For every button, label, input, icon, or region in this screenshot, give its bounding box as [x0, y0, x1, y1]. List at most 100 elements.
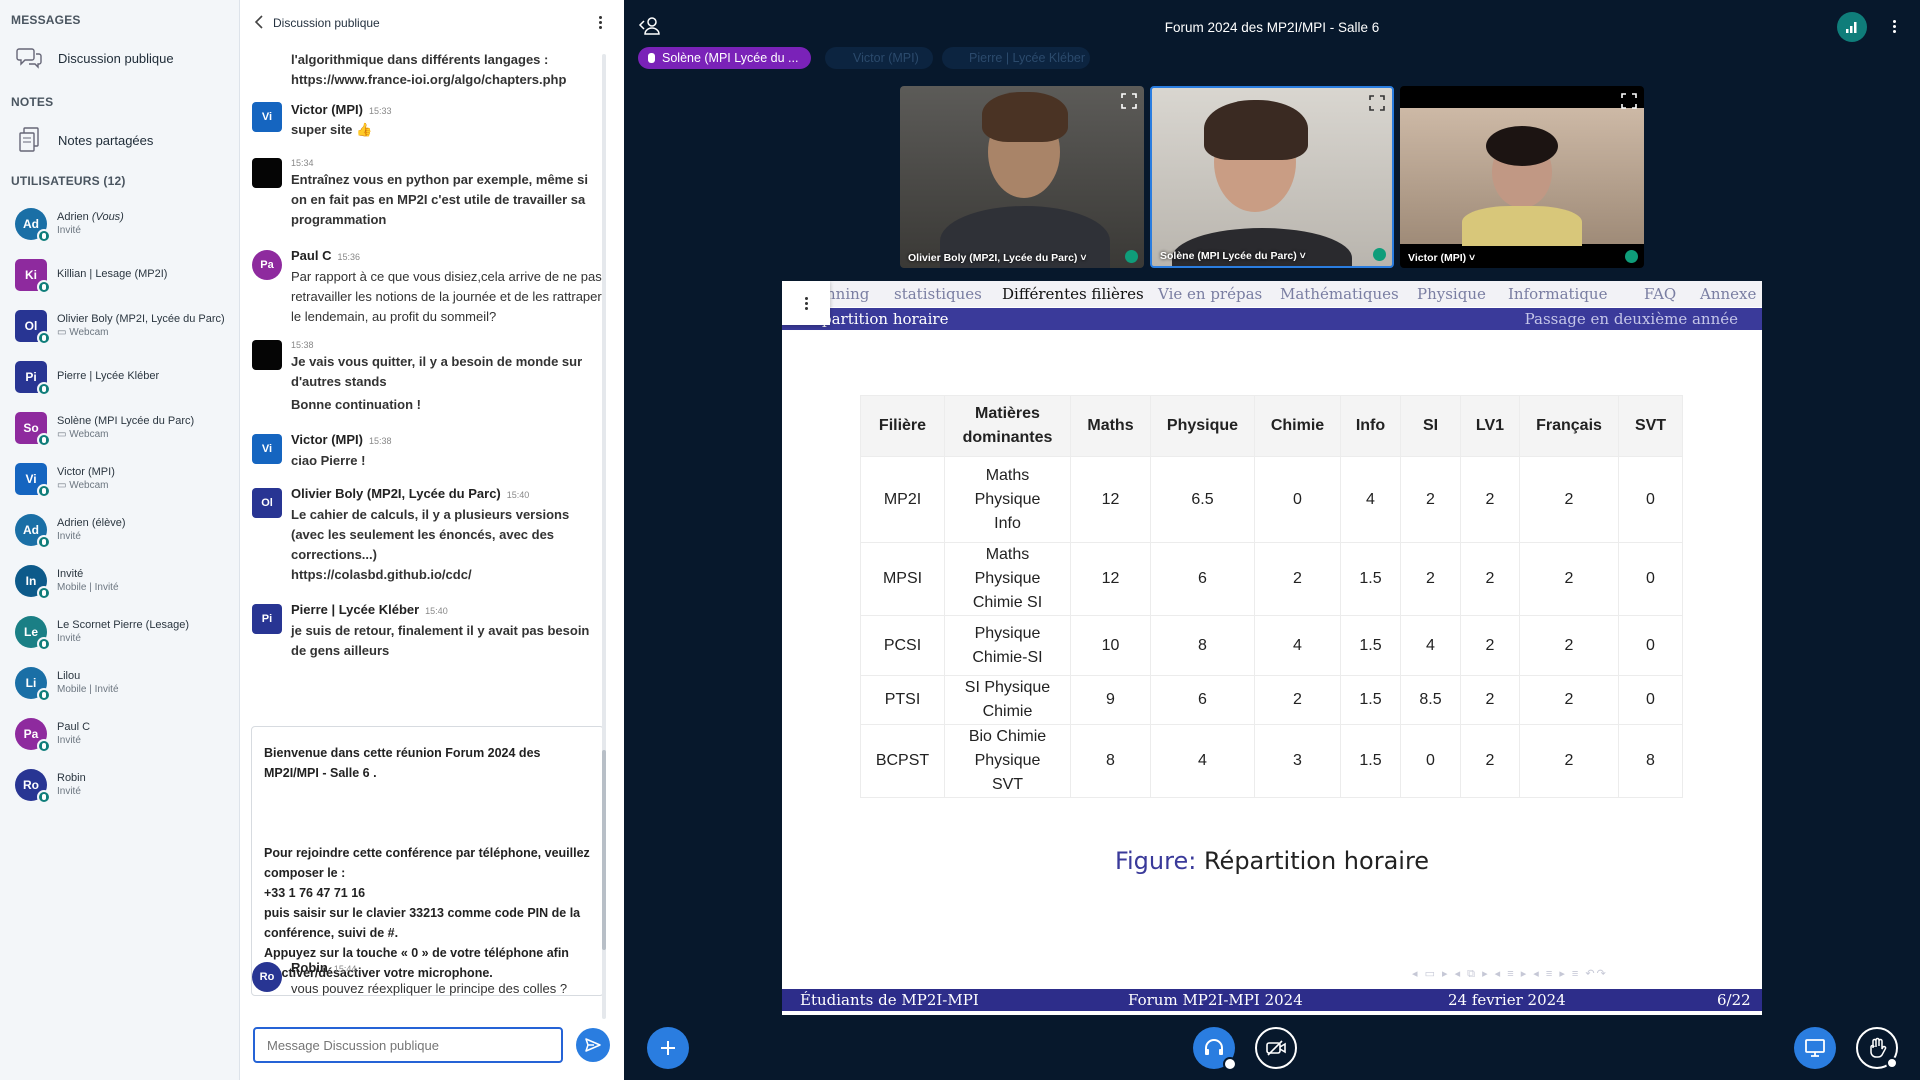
message-text: Bonne continuation ! [291, 397, 421, 412]
welcome-line: Pour rejoindre cette conférence par télé… [264, 846, 590, 880]
table-cell: Physique Chimie-SI [944, 615, 1071, 676]
message-list: l'algorithmique dans différents langages… [240, 46, 604, 1012]
table-cell: 8.5 [1400, 675, 1461, 725]
user-name: Solène (MPI Lycée du Parc) [57, 415, 194, 428]
table-cell: 1.5 [1340, 724, 1401, 798]
user-list-item[interactable]: Vi Victor (MPI) ▭ Webcam [0, 453, 240, 504]
table-cell: 9 [1070, 675, 1151, 725]
send-button[interactable] [576, 1028, 610, 1062]
message-author: Victor (MPI) [291, 432, 363, 447]
beamer-navigation-controls[interactable]: ◂ ▭ ▸ ◂ ⧉ ▸ ◂ ≡ ▸ ◂ ≡ ▸ ≡ ↶↷ [1412, 967, 1752, 981]
table-row: PCSI Physique Chimie-SI 10 8 4 1.5 4 2 2 0 [860, 615, 1683, 676]
reactions-badge[interactable] [1886, 1057, 1898, 1069]
talking-indicator[interactable]: Pierre | Lycée Kléber [942, 47, 1090, 69]
video-tile[interactable]: Olivier Boly (MP2I, Lycée du Parc) ˅ [900, 86, 1144, 268]
message-author: Victor (MPI) [291, 102, 363, 117]
user-list-item[interactable]: Ad Adrien (Vous) Invité [0, 198, 240, 249]
signal-bars-icon [1846, 22, 1857, 33]
user-list-item[interactable]: Pi Pierre | Lycée Kléber [0, 351, 240, 402]
slide-subsection-bar: partition horaire Passage en deuxième an… [782, 308, 1762, 330]
user-name: Invité [57, 568, 119, 581]
message-time: 15:33 [369, 106, 392, 116]
slide-section-nav: nning statistiques Différentes filières … [782, 281, 1762, 307]
user-list-item[interactable]: Ol Olivier Boly (MP2I, Lycée du Parc) ▭ We… [0, 300, 240, 351]
presentation-options-icon [804, 295, 808, 312]
table-cell: 1.5 [1340, 615, 1401, 676]
user-name-text: Pierre | Lycée Kléber [57, 370, 160, 382]
shared-notes-nav[interactable]: Notes partagées [0, 120, 240, 160]
user-list-item[interactable]: Ki Killian | Lesage (MP2I) [0, 249, 240, 300]
table-cell: 8 [1150, 615, 1255, 676]
presentation-toggle-button[interactable] [1794, 1027, 1836, 1069]
figure-caption: Figure: Répartition horaire [782, 847, 1762, 875]
message-text: super site 👍 [291, 122, 373, 137]
video-label[interactable]: Victor (MPI) ˅ [1408, 252, 1475, 264]
video-tile[interactable]: Victor (MPI) ˅ [1400, 86, 1644, 268]
user-list-item[interactable]: Le Le Scornet Pierre (Lesage) Invité [0, 606, 240, 657]
share-webcam-button[interactable] [1255, 1027, 1297, 1069]
fullscreen-icon[interactable] [1121, 93, 1137, 109]
message-time: 15:38 [291, 340, 314, 350]
table-header: Chimie [1254, 395, 1341, 457]
video-label[interactable]: Olivier Boly (MP2I, Lycée du Parc) ˅ [908, 252, 1086, 264]
user-list-item[interactable]: In Invité Mobile | Invité [0, 555, 240, 606]
fullscreen-icon[interactable] [1369, 95, 1385, 111]
connection-status-button[interactable] [1837, 12, 1867, 42]
message-time: 15:40 [425, 606, 448, 616]
message-link[interactable]: https://colasbd.github.io/cdc/ [291, 565, 603, 585]
video-tile[interactable]: Solène (MPI Lycée du Parc) ˅ [1150, 86, 1394, 268]
back-chevron-icon[interactable] [250, 12, 270, 32]
message-text: Entraînez vous en python par exemple, mê… [291, 172, 588, 227]
presentation-menu-button[interactable] [782, 281, 830, 325]
table-header: SVT [1618, 395, 1683, 457]
avatar: Ro [252, 962, 282, 992]
actions-button[interactable] [647, 1027, 689, 1069]
user-status: ▭ Webcam [57, 326, 109, 338]
user-list-item[interactable]: Pa Paul C Invité [0, 708, 240, 759]
presentation-slide: nning statistiques Différentes filières … [782, 281, 1762, 1015]
audio-settings-badge[interactable] [1223, 1057, 1237, 1071]
user-info: Killian | Lesage (MP2I) [57, 268, 167, 281]
public-chat-nav[interactable]: Discussion publique [0, 38, 240, 78]
table-cell: 6 [1150, 675, 1255, 725]
user-list-item[interactable]: Ad Adrien (élève) Invité [0, 504, 240, 555]
message-time: 15:38 [369, 436, 392, 446]
message-text: Par rapport à ce que vous disiez,cela ar… [291, 269, 602, 324]
notes-section-title: NOTES [11, 95, 54, 109]
talking-indicator[interactable]: Victor (MPI) [825, 47, 933, 69]
chat-panel: Discussion publique l'algorithmique dans… [240, 0, 624, 1080]
microphone-icon [37, 279, 51, 294]
user-name: Victor (MPI) [57, 466, 115, 479]
footer-left: Étudiants de MP2I-MPI [800, 991, 979, 1009]
welcome-line: puis saisir sur le clavier 33213 comme c… [264, 906, 581, 940]
caption-text: Répartition horaire [1203, 847, 1430, 875]
table-cell: 2 [1519, 542, 1619, 616]
message-time: 15:36 [337, 252, 360, 262]
talking-indicator[interactable]: Solène (MPI Lycée du ... [638, 47, 811, 69]
you-marker: (Vous) [91, 210, 124, 223]
video-label[interactable]: Solène (MPI Lycée du Parc) ˅ [1160, 250, 1306, 262]
message-link[interactable]: https://www.france-ioi.org/algo/chapters… [291, 70, 603, 90]
users-section-title: UTILISATEURS (12) [11, 174, 126, 188]
raise-hand-button[interactable] [1856, 1027, 1898, 1069]
table-cell: 2 [1400, 542, 1461, 616]
user-status: Mobile | Invité [57, 683, 119, 695]
leave-audio-button[interactable] [1193, 1027, 1237, 1071]
microphone-icon [37, 789, 51, 804]
table-cell: SI Physique Chimie [944, 675, 1071, 725]
microphone-icon [37, 738, 51, 753]
table-header: Filière [860, 395, 945, 457]
fullscreen-icon[interactable] [1621, 93, 1637, 109]
message-input[interactable] [253, 1027, 563, 1063]
chat-options-icon[interactable] [594, 14, 606, 32]
stage-options-icon[interactable] [1888, 18, 1900, 36]
user-list-item[interactable]: Ro Robin Invité [0, 759, 240, 810]
table-cell: MPSI [860, 542, 945, 616]
chat-scroll-thumb[interactable] [602, 750, 606, 950]
slide-nav-item: Différentes filières [1002, 285, 1144, 303]
user-list-item[interactable]: So Solène (MPI Lycée du Parc) ▭ Webcam [0, 402, 240, 453]
send-icon [585, 1038, 601, 1052]
user-list-item[interactable]: Li Lilou Mobile | Invité [0, 657, 240, 708]
table-cell: 4 [1150, 724, 1255, 798]
document-icon [16, 127, 42, 153]
